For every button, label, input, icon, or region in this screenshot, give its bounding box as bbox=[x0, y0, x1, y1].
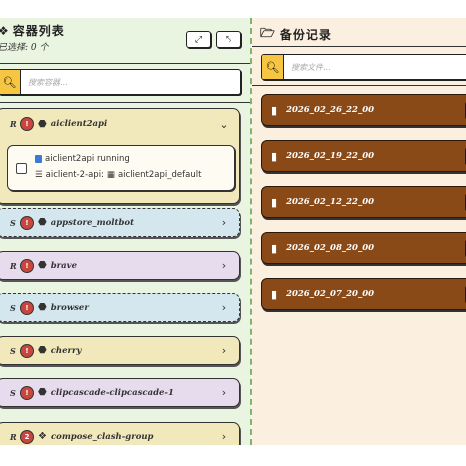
container-search: 🔍︎ bbox=[0, 69, 241, 95]
compress-icon: ⤣ bbox=[225, 34, 232, 45]
container-name: browser bbox=[50, 302, 89, 313]
chevron-right-icon[interactable]: › bbox=[217, 259, 231, 272]
container-detail-card: aiclient2api running ☰ aiclient-2-api: ▦… bbox=[7, 145, 235, 191]
container-status: S bbox=[10, 345, 16, 356]
cube-icon: ⬣ bbox=[38, 217, 47, 228]
warning-badge: ! bbox=[20, 258, 34, 273]
container-row-clipcascade[interactable]: S ! ⬣ clipcascade-clipcascade-1 › bbox=[0, 378, 240, 407]
chevron-down-icon[interactable]: ⌄ bbox=[217, 118, 231, 131]
folder-icon: ▮ bbox=[271, 287, 278, 301]
container-status: R bbox=[10, 260, 17, 271]
container-row-compose-clash-group[interactable]: R 2 ❖ compose_clash-group › bbox=[0, 422, 240, 445]
container-name: compose_clash-group bbox=[50, 431, 154, 442]
service-icon bbox=[35, 155, 42, 163]
backup-search-button[interactable]: 🔍︎ bbox=[262, 55, 284, 79]
container-search-input[interactable] bbox=[21, 70, 240, 94]
cube-icon: ⬣ bbox=[38, 260, 47, 271]
container-name: appstore_moltbot bbox=[50, 217, 135, 228]
warning-badge: ! bbox=[20, 117, 34, 131]
backup-folder-name: 2026_02_07_20_00 bbox=[286, 289, 375, 299]
cubes-icon: ❖ bbox=[0, 23, 10, 38]
selected-count: 已选择: 0 个 bbox=[0, 43, 49, 53]
search-icon: 🔍︎ bbox=[2, 75, 17, 89]
network-line: ☰ aiclient-2-api: ▦ aiclient2api_default bbox=[35, 170, 201, 180]
backup-search-divider bbox=[252, 85, 466, 86]
folder-icon: ▮ bbox=[271, 149, 278, 163]
folder-open-icon: 🗁︎ bbox=[260, 26, 276, 40]
expand-all-button[interactable]: ⤢ bbox=[186, 31, 211, 48]
warning-badge: ! bbox=[20, 300, 34, 315]
warning-badge: ! bbox=[20, 385, 34, 400]
folder-icon: ▮ bbox=[271, 241, 278, 255]
folder-icon: ▮ bbox=[271, 195, 278, 209]
chevron-right-icon[interactable]: › bbox=[217, 216, 231, 229]
container-list-title: 容器列表 bbox=[12, 24, 65, 38]
folder-icon: ▮ bbox=[271, 103, 278, 117]
cube-icon: ⬣ bbox=[38, 345, 47, 356]
cubes-icon: ❖ bbox=[38, 431, 47, 442]
search-divider bbox=[0, 102, 251, 103]
container-name: cherry bbox=[50, 345, 82, 356]
container-status: R bbox=[10, 431, 17, 442]
container-row-brave[interactable]: R ! ⬣ brave › bbox=[0, 251, 240, 280]
container-row-browser[interactable]: S ! ⬣ browser › bbox=[0, 293, 240, 322]
backup-folder[interactable]: ▮ 2026_02_26_22_00 bbox=[261, 94, 466, 126]
header-divider bbox=[0, 63, 251, 64]
backup-folder-name: 2026_02_08_20_00 bbox=[286, 243, 375, 253]
count-badge: 2 bbox=[20, 429, 34, 444]
backup-folder-name: 2026_02_12_22_00 bbox=[286, 197, 375, 207]
chevron-right-icon[interactable]: › bbox=[217, 386, 231, 399]
container-row-cherry[interactable]: S ! ⬣ cherry › bbox=[0, 336, 240, 365]
backup-folder[interactable]: ▮ 2026_02_08_20_00 bbox=[261, 232, 466, 264]
network-icon: ▦ bbox=[106, 170, 115, 180]
backup-search-input[interactable] bbox=[284, 55, 466, 79]
container-list-header: ❖ 容器列表 bbox=[0, 22, 65, 39]
container-status: S bbox=[10, 387, 16, 398]
backup-folder[interactable]: ▮ 2026_02_19_22_00 bbox=[261, 140, 466, 172]
container-name: aiclient2api bbox=[50, 119, 108, 129]
select-checkbox[interactable] bbox=[16, 163, 27, 174]
chevron-right-icon[interactable]: › bbox=[217, 430, 231, 443]
backup-folder-name: 2026_02_26_22_00 bbox=[286, 105, 375, 115]
backup-folder-name: 2026_02_19_22_00 bbox=[286, 151, 375, 161]
layers-icon: ☰ bbox=[35, 170, 43, 180]
backup-folder[interactable]: ▮ 2026_02_07_20_00 bbox=[261, 278, 466, 310]
backup-search: 🔍︎ bbox=[261, 54, 466, 80]
search-icon: 🔍︎ bbox=[265, 60, 280, 74]
container-name: brave bbox=[50, 260, 78, 271]
warning-badge: ! bbox=[20, 215, 34, 230]
backup-header: 🗁︎ 备份记录 bbox=[260, 24, 332, 45]
search-button[interactable]: 🔍︎ bbox=[0, 70, 21, 94]
container-status: S bbox=[10, 302, 16, 313]
container-list-panel: ❖ 容器列表 已选择: 0 个 ⤢ ⤣ 🔍︎ R ! ⬣ aiclient2ap… bbox=[0, 18, 251, 445]
collapse-all-button[interactable]: ⤣ bbox=[216, 31, 241, 48]
backup-folder[interactable]: ▮ 2026_02_12_22_00 bbox=[261, 186, 466, 218]
container-status: S bbox=[10, 217, 16, 228]
warning-badge: ! bbox=[20, 343, 34, 358]
container-row-appstore-moltbot[interactable]: S ! ⬣ appstore_moltbot › bbox=[0, 208, 240, 237]
backup-panel: 🗁︎ 备份记录 🔍︎ ▮ 2026_02_26_22_00 ▮ 2026_02_… bbox=[252, 18, 466, 445]
cube-icon: ⬣ bbox=[38, 118, 47, 130]
service-line: aiclient2api running bbox=[35, 154, 130, 164]
backup-title: 备份记录 bbox=[279, 28, 332, 42]
backup-header-divider bbox=[252, 46, 466, 47]
container-row-aiclient2api[interactable]: R ! ⬣ aiclient2api ⌄ aiclient2api runnin… bbox=[0, 108, 240, 204]
container-status: R bbox=[10, 119, 17, 129]
expand-icon: ⤢ bbox=[194, 34, 203, 45]
chevron-right-icon[interactable]: › bbox=[217, 344, 231, 357]
chevron-right-icon[interactable]: › bbox=[217, 301, 231, 314]
cube-icon: ⬣ bbox=[38, 387, 47, 398]
network-prefix: aiclient-2-api: bbox=[45, 170, 104, 180]
cube-icon: ⬣ bbox=[38, 302, 47, 313]
service-status-text: aiclient2api running bbox=[45, 154, 130, 164]
container-name: clipcascade-clipcascade-1 bbox=[50, 387, 174, 398]
network-name: aiclient2api_default bbox=[117, 170, 202, 180]
